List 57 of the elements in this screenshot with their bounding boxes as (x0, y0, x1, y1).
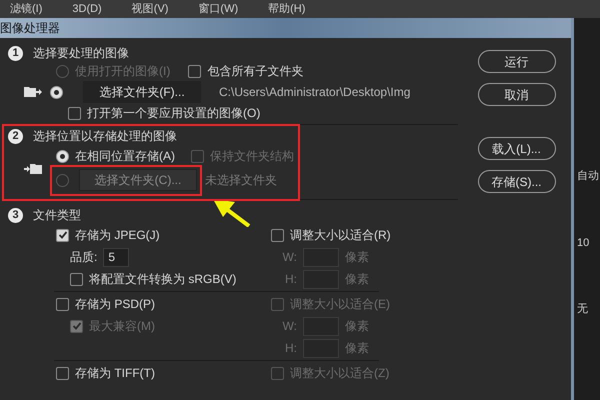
dialog-button[interactable]: 载入(L)... (478, 137, 556, 160)
option-label: 调整大小以适合(E) (290, 296, 390, 313)
field-label: H: (284, 271, 297, 288)
step-number: 1 (8, 46, 23, 60)
panel-text: 自动 (577, 169, 600, 184)
option-label: 将配置文件转换为 sRGB(V) (89, 271, 236, 288)
checkbox[interactable] (271, 228, 284, 242)
option-label: 保持文件夹结构 (210, 148, 294, 165)
checkbox[interactable] (70, 272, 83, 286)
menu-item[interactable]: 视图(V) (132, 0, 168, 18)
option-label: 在相同位置存储(A) (75, 148, 175, 165)
folder-path: C:\Users\Administrator\Desktop\Img (219, 84, 410, 101)
checkbox[interactable] (188, 64, 202, 78)
folder-path: 未选择文件夹 (205, 173, 277, 187)
select-folder-button[interactable]: 选择文件夹(F)... (83, 81, 201, 103)
field-label: H: (284, 340, 297, 357)
pointer-arrow (213, 199, 250, 227)
menu-item[interactable]: 滤镜(I) (10, 0, 42, 18)
option-label: 调整大小以适合(R) (290, 227, 391, 244)
unit-label: 像素 (345, 249, 369, 266)
folder-arrow-icon (24, 86, 42, 98)
field-label: W: (282, 318, 297, 335)
section-title: 选择位置以存储处理的图像 (33, 128, 177, 145)
panel-text: 无 (577, 302, 589, 317)
option-label: 使用打开的图像(I) (75, 63, 170, 80)
unit-label: 像素 (345, 340, 369, 357)
dialog-button[interactable]: 运行 (478, 50, 556, 73)
checkbox[interactable] (56, 228, 69, 242)
option-label: 调整大小以适合(Z) (290, 365, 390, 382)
menu-item[interactable]: 3D(D) (72, 0, 102, 18)
radio-button[interactable] (50, 86, 63, 98)
menu-item[interactable]: 窗口(W) (198, 0, 238, 18)
window-title: 图像处理器 (0, 20, 60, 37)
quality-field[interactable]: 5 (103, 248, 130, 266)
format-label: 存储为 JPEG(J) (75, 227, 160, 244)
menu-item[interactable]: 帮助(H) (268, 0, 306, 18)
radio-button[interactable] (56, 150, 69, 162)
quality-label: 品质: (70, 249, 98, 266)
step-number: 2 (8, 128, 23, 144)
checkbox[interactable] (56, 298, 69, 310)
dialog-button[interactable]: 取消 (478, 83, 556, 106)
folder-arrow-icon (24, 163, 42, 175)
section-title: 选择要处理的图像 (33, 45, 129, 62)
checkbox[interactable] (68, 106, 81, 120)
section-title: 文件类型 (33, 207, 81, 224)
option-label: 包含所有子文件夹 (207, 63, 304, 80)
dialog-button[interactable]: 存储(S)... (478, 170, 556, 193)
step-number: 3 (8, 208, 23, 222)
format-label: 存储为 TIFF(T) (75, 365, 155, 382)
option-label: 打开第一个要应用设置的图像(O) (87, 105, 260, 122)
checkbox[interactable] (56, 366, 69, 380)
field-label: W: (282, 249, 297, 266)
option-label: 最大兼容(M) (89, 318, 155, 335)
unit-label: 像素 (345, 318, 369, 335)
format-label: 存储为 PSD(P) (75, 296, 156, 313)
unit-label: 像素 (345, 271, 369, 288)
panel-text: 10 (577, 236, 590, 250)
